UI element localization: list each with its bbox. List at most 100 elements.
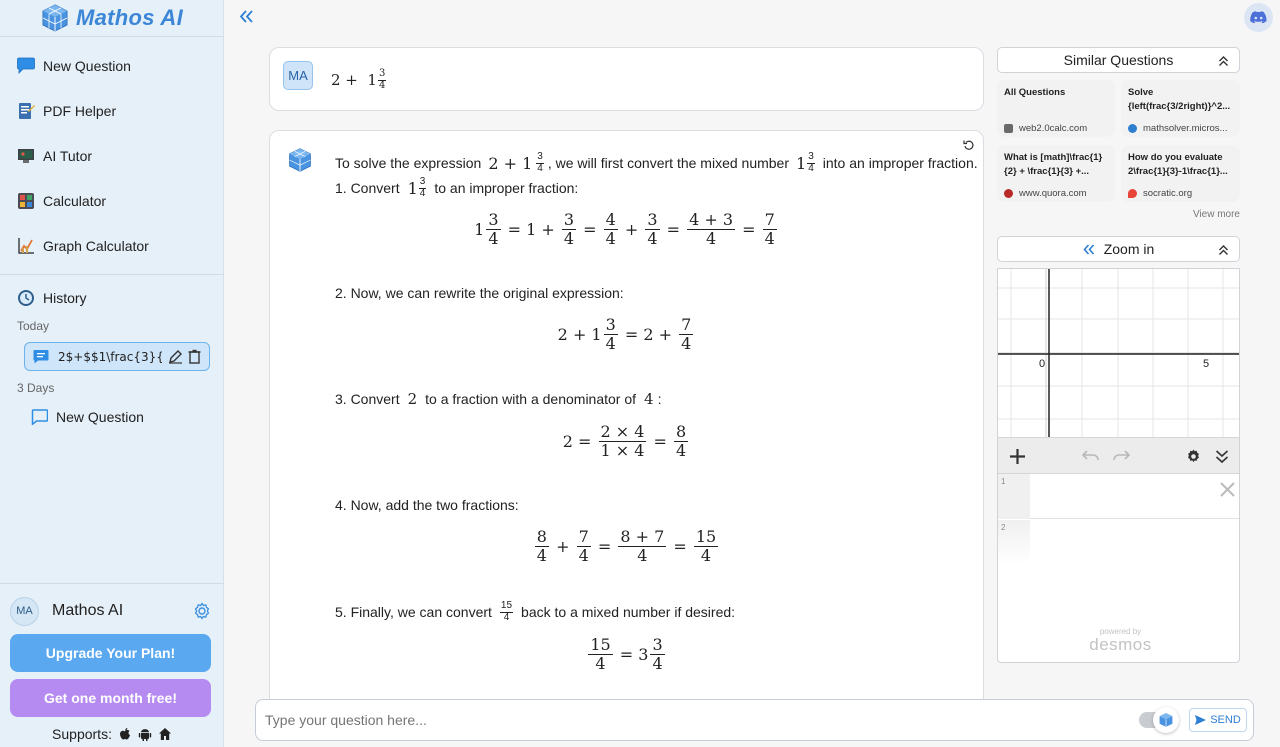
graph-chart-icon bbox=[16, 236, 35, 255]
send-button[interactable]: SEND bbox=[1189, 708, 1247, 732]
step-5-text-b: back to a mixed number if desired: bbox=[521, 604, 736, 620]
site-favicon-icon bbox=[1004, 124, 1013, 133]
similar-question-source: mathsolver.micros... bbox=[1143, 123, 1228, 134]
supports-label: Supports: bbox=[52, 726, 112, 742]
sidebar: Mathos AI New Question PDF Helper AI Tut… bbox=[0, 0, 224, 747]
row-number: 2 bbox=[1001, 523, 1006, 532]
sidebar-item-label: New Question bbox=[43, 57, 131, 74]
site-favicon-icon bbox=[1128, 189, 1137, 198]
avatar: MA bbox=[10, 596, 39, 626]
intro-frac-2: 34 bbox=[807, 151, 815, 174]
history-clock-icon bbox=[16, 288, 35, 307]
intro-math-2: 1 bbox=[796, 153, 807, 173]
similar-question-title: All Questions bbox=[1004, 87, 1066, 98]
mode-toggle[interactable] bbox=[1139, 707, 1179, 733]
step-3: 3. Convert 2 to a fraction with a denomi… bbox=[335, 390, 662, 408]
zoom-in-header[interactable]: Zoom in bbox=[997, 236, 1240, 262]
similar-question-title: What is [math]\frac{1}{2} + \frac{1}{3} … bbox=[1004, 152, 1103, 178]
question-input[interactable] bbox=[265, 708, 1125, 732]
powered-by-desmos: powered by desmos bbox=[1078, 628, 1163, 654]
send-icon bbox=[1195, 715, 1207, 725]
days-label: 3 Days bbox=[17, 381, 55, 395]
today-label: Today bbox=[17, 319, 50, 333]
intro-text-b: , we will first convert the mixed number bbox=[547, 155, 790, 171]
regenerate-icon[interactable] bbox=[963, 139, 975, 151]
sidebar-item-new-question[interactable]: New Question bbox=[0, 43, 223, 88]
zoom-in-label: Zoom in bbox=[1103, 241, 1155, 257]
similar-question-title: How do you evaluate 2\frac{1}{3}-1\frac{… bbox=[1128, 152, 1228, 178]
equation-5: 15 4 = 334 bbox=[588, 635, 665, 674]
sidebar-item-pdf-helper[interactable]: PDF Helper bbox=[0, 88, 223, 133]
history-label: History bbox=[43, 289, 87, 306]
step-2: 2. Now, we can rewrite the original expr… bbox=[335, 285, 624, 301]
step-3-text-c: : bbox=[657, 391, 662, 407]
pdf-document-icon bbox=[16, 101, 35, 120]
chat-bubble-icon bbox=[16, 56, 35, 75]
sidebar-bottom: MA Mathos AI Upgrade Your Plan! Get one … bbox=[0, 583, 224, 742]
undo-icon[interactable] bbox=[1082, 450, 1100, 462]
home-web-icon[interactable] bbox=[158, 727, 172, 741]
collapse-up-icon[interactable] bbox=[1218, 244, 1229, 256]
collapse-list-icon[interactable] bbox=[1215, 449, 1229, 464]
cube-logo-icon bbox=[42, 4, 68, 32]
desmos-panel: 0 5 1 2 powered by desmos bbox=[997, 268, 1240, 663]
similar-question-source: web2.0calc.com bbox=[1019, 123, 1088, 134]
expression-settings-gear-icon[interactable] bbox=[1186, 449, 1201, 464]
equation-3: 2 = 2 × 41 × 4 = 84 bbox=[562, 422, 689, 461]
collapse-sidebar-icon[interactable] bbox=[239, 9, 254, 24]
step-1-text: 1. Convert bbox=[335, 180, 400, 196]
logo[interactable]: Mathos AI bbox=[0, 0, 223, 37]
delete-expression-icon[interactable] bbox=[1220, 482, 1235, 497]
add-expression-icon[interactable] bbox=[1010, 449, 1025, 464]
question-expression: 2 + 1 34 bbox=[331, 68, 387, 91]
sidebar-item-label: AI Tutor bbox=[43, 147, 93, 164]
expression-row[interactable]: 2 bbox=[998, 520, 1239, 565]
sidebar-item-calculator[interactable]: Calculator bbox=[0, 178, 223, 223]
similar-question-source: socratic.org bbox=[1143, 188, 1193, 199]
redo-icon[interactable] bbox=[1112, 450, 1130, 462]
step-5: 5. Finally, we can convert 15 4 back to a… bbox=[335, 600, 736, 623]
toggle-knob bbox=[1153, 707, 1179, 733]
history-item-today[interactable]: 2$+$$1\frac{3}{4}$ bbox=[24, 342, 210, 371]
settings-gear-icon[interactable] bbox=[193, 602, 211, 620]
equation-4: 84 + 74 = 8 + 74 = 15 4 bbox=[534, 527, 719, 566]
step-5-text-a: 5. Finally, we can convert bbox=[335, 604, 492, 620]
history-item-3days[interactable]: New Question bbox=[31, 409, 223, 425]
discord-button[interactable] bbox=[1244, 3, 1273, 32]
similar-questions-title: Similar Questions bbox=[1063, 52, 1174, 68]
question-avatar: MA bbox=[283, 61, 313, 90]
site-favicon-icon bbox=[1128, 124, 1137, 133]
similar-question-card[interactable]: All Questions web2.0calc.com bbox=[997, 80, 1115, 137]
sidebar-item-history[interactable]: History bbox=[0, 275, 223, 320]
intro-text-c: into an improper fraction. bbox=[822, 155, 978, 171]
sidebar-item-ai-tutor[interactable]: AI Tutor bbox=[0, 133, 223, 178]
android-icon[interactable] bbox=[138, 727, 152, 742]
free-month-button[interactable]: Get one month free! bbox=[10, 679, 211, 717]
expression-row[interactable]: 1 bbox=[998, 474, 1239, 519]
collapse-up-icon[interactable] bbox=[1218, 55, 1229, 67]
similar-question-title: Solve {left(frac{3/2right)}^2... bbox=[1128, 87, 1231, 113]
upgrade-plan-button[interactable]: Upgrade Your Plan! bbox=[10, 634, 211, 672]
equation-2: 2 + 134 = 2 + 74 bbox=[557, 315, 694, 354]
similar-question-card[interactable]: What is [math]\frac{1}{2} + \frac{1}{3} … bbox=[997, 145, 1115, 202]
similar-questions-header[interactable]: Similar Questions bbox=[997, 47, 1240, 73]
answer-logo-icon bbox=[287, 147, 313, 173]
similar-question-card[interactable]: How do you evaluate 2\frac{1}{3}-1\frac{… bbox=[1121, 145, 1240, 202]
sidebar-item-graph-calculator[interactable]: Graph Calculator bbox=[0, 223, 223, 268]
user-profile[interactable]: MA Mathos AI bbox=[0, 596, 224, 626]
step-4: 4. Now, add the two fractions: bbox=[335, 497, 519, 513]
message-icon bbox=[33, 349, 49, 364]
equation-1: 134 = 1 + 34 = 44 + 34 = 4 + 34 = 74 bbox=[474, 210, 777, 249]
edit-pencil-icon[interactable] bbox=[168, 349, 183, 364]
similar-question-source: www.quora.com bbox=[1019, 188, 1087, 199]
intro-frac-1: 34 bbox=[536, 151, 544, 174]
frac-den: 4 bbox=[378, 79, 386, 91]
view-more-link[interactable]: View more bbox=[1140, 209, 1240, 220]
answer-intro: To solve the expression 2 + 134 , we wil… bbox=[335, 151, 978, 174]
similar-question-card[interactable]: Solve {left(frac{3/2right)}^2... mathsol… bbox=[1121, 80, 1240, 137]
apple-icon[interactable] bbox=[118, 727, 132, 742]
history-item-label: 2$+$$1\frac{3}{4}$ bbox=[58, 349, 162, 364]
desmos-brand: desmos bbox=[1089, 635, 1152, 654]
delete-trash-icon[interactable] bbox=[188, 349, 201, 364]
graph-grid[interactable] bbox=[998, 269, 1240, 437]
